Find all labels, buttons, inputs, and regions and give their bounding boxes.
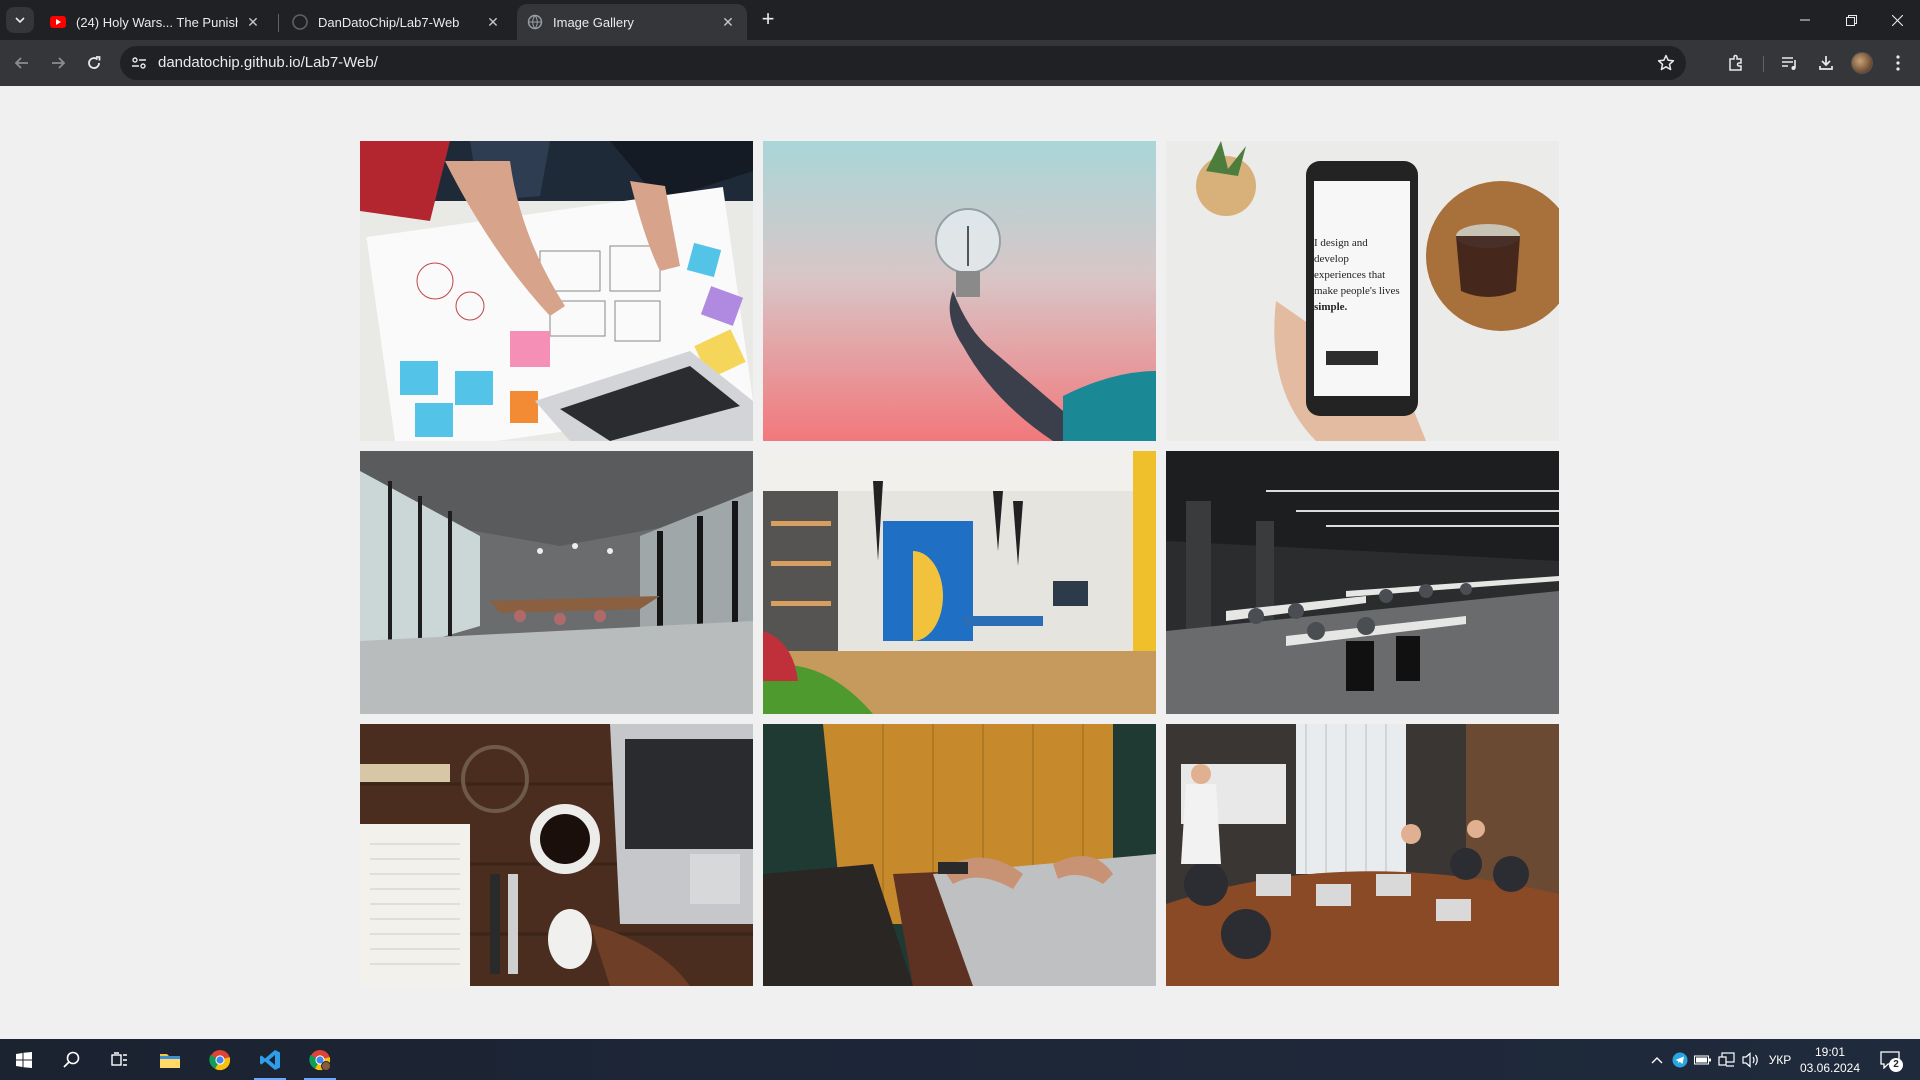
github-icon (292, 14, 308, 30)
puzzle-icon (1729, 54, 1742, 71)
back-button[interactable] (10, 51, 34, 75)
tray-app-icon[interactable] (1670, 1039, 1690, 1080)
tab-image-gallery[interactable]: Image Gallery ✕ (517, 4, 747, 40)
restore-button[interactable] (1828, 0, 1874, 40)
forward-button[interactable] (46, 51, 70, 75)
toolbar-divider (1763, 56, 1764, 72)
gallery-image-colorful-office[interactable] (763, 451, 1156, 714)
profile-avatar[interactable] (1851, 52, 1873, 74)
phone-headline: I design and develop experiences that ma… (1314, 237, 1400, 297)
chevron-down-icon (15, 17, 25, 24)
search-icon (63, 1051, 80, 1068)
input-language[interactable]: УКР (1765, 1039, 1795, 1080)
close-tab-icon[interactable]: ✕ (719, 13, 737, 31)
browser-toolbar: dandatochip.github.io/Lab7-Web/ (0, 40, 1920, 86)
notification-count-badge: 2 (1889, 1058, 1903, 1072)
youtube-icon (50, 14, 66, 30)
vscode-icon (260, 1049, 280, 1070)
menu-button[interactable] (1886, 51, 1910, 75)
close-tab-icon[interactable]: ✕ (484, 13, 502, 31)
tab-search-button[interactable] (6, 7, 34, 33)
gallery-image-open-plan-office[interactable] (1166, 451, 1559, 714)
chrome-profile-icon (309, 1049, 331, 1071)
close-icon (1891, 14, 1903, 26)
bookmark-star-icon[interactable] (1656, 53, 1676, 73)
taskbar-chrome[interactable] (196, 1039, 244, 1080)
chevron-up-icon (1651, 1056, 1663, 1063)
speaker-icon (1742, 1051, 1758, 1068)
url-host: dandatochip.github.io (158, 54, 301, 71)
task-view-icon (111, 1051, 127, 1066)
windows-icon (16, 1051, 32, 1068)
minimize-icon (1800, 19, 1810, 21)
battery-icon (1694, 1055, 1711, 1064)
clock-date: 03.06.2024 (1799, 1061, 1861, 1075)
gallery-image-meeting-room[interactable] (360, 451, 753, 714)
address-bar[interactable]: dandatochip.github.io/Lab7-Web/ (120, 46, 1686, 80)
tab-separator (278, 14, 279, 32)
gallery-image-desk-flatlay[interactable] (360, 724, 753, 986)
phone-screen-text: I design and develop experiences that ma… (1314, 235, 1402, 315)
tab-title: DanDatoChip/Lab7-Web (318, 14, 460, 30)
close-tab-icon[interactable]: ✕ (244, 13, 262, 31)
gallery-image-team-meeting[interactable] (1166, 724, 1559, 986)
gallery-image-smartphone[interactable]: I design and develop experiences that ma… (1166, 141, 1559, 441)
new-tab-button[interactable]: + (757, 8, 779, 31)
extensions-button[interactable] (1724, 51, 1748, 75)
show-hidden-icons-button[interactable] (1648, 1039, 1666, 1080)
folder-icon (160, 1053, 180, 1068)
gallery-image-person-laptop[interactable] (763, 724, 1156, 986)
battery-status[interactable] (1692, 1039, 1714, 1080)
gallery-image-wireframes[interactable] (360, 141, 753, 441)
page-viewport: I design and develop experiences that ma… (0, 86, 1920, 1039)
windows-taskbar: УКР 19:01 03.06.2024 2 (0, 1039, 1920, 1080)
task-view-button[interactable] (96, 1039, 144, 1080)
arrow-left-icon (14, 57, 28, 69)
taskbar-file-explorer[interactable] (146, 1039, 194, 1080)
playlist-icon (1782, 57, 1796, 70)
url-text[interactable]: dandatochip.github.io/Lab7-Web/ (158, 54, 378, 71)
start-button[interactable] (0, 1039, 48, 1080)
tab-title: Image Gallery (553, 14, 634, 30)
chrome-icon (209, 1049, 231, 1070)
network-status[interactable] (1716, 1039, 1738, 1080)
minimize-button[interactable] (1782, 0, 1828, 40)
media-controls-button[interactable] (1778, 51, 1802, 75)
tab-youtube[interactable]: (24) Holy Wars... The Punishment ✕ (40, 4, 272, 40)
notification-center-button[interactable]: 2 (1876, 1046, 1904, 1074)
network-icon (1718, 1051, 1735, 1067)
globe-icon (527, 14, 543, 30)
tab-github[interactable]: DanDatoChip/Lab7-Web ✕ (282, 4, 512, 40)
restore-icon (1845, 14, 1857, 26)
close-window-button[interactable] (1874, 0, 1920, 40)
arrow-right-icon (52, 57, 66, 69)
clock-time: 19:01 (1814, 1045, 1846, 1059)
volume-control[interactable] (1740, 1039, 1762, 1080)
tab-title: (24) Holy Wars... The Punishment (76, 14, 238, 30)
reload-icon (88, 56, 101, 69)
telegram-icon (1672, 1052, 1688, 1067)
taskbar-chrome-profile[interactable] (296, 1039, 344, 1080)
download-icon (1819, 56, 1833, 70)
reload-button[interactable] (82, 51, 106, 75)
taskbar-clock[interactable]: 19:01 03.06.2024 (1796, 1044, 1864, 1076)
more-vertical-icon (1896, 55, 1900, 71)
browser-tab-strip: (24) Holy Wars... The Punishment ✕ DanDa… (0, 0, 1920, 40)
search-button[interactable] (48, 1039, 96, 1080)
taskbar-vscode[interactable] (246, 1039, 294, 1080)
gallery-image-lightbulb[interactable] (763, 141, 1156, 441)
phone-emphasis: simple. (1314, 301, 1348, 313)
url-path: /Lab7-Web/ (300, 54, 378, 71)
site-settings-icon[interactable] (130, 54, 148, 72)
image-gallery-grid: I design and develop experiences that ma… (360, 141, 1560, 986)
downloads-button[interactable] (1814, 51, 1838, 75)
